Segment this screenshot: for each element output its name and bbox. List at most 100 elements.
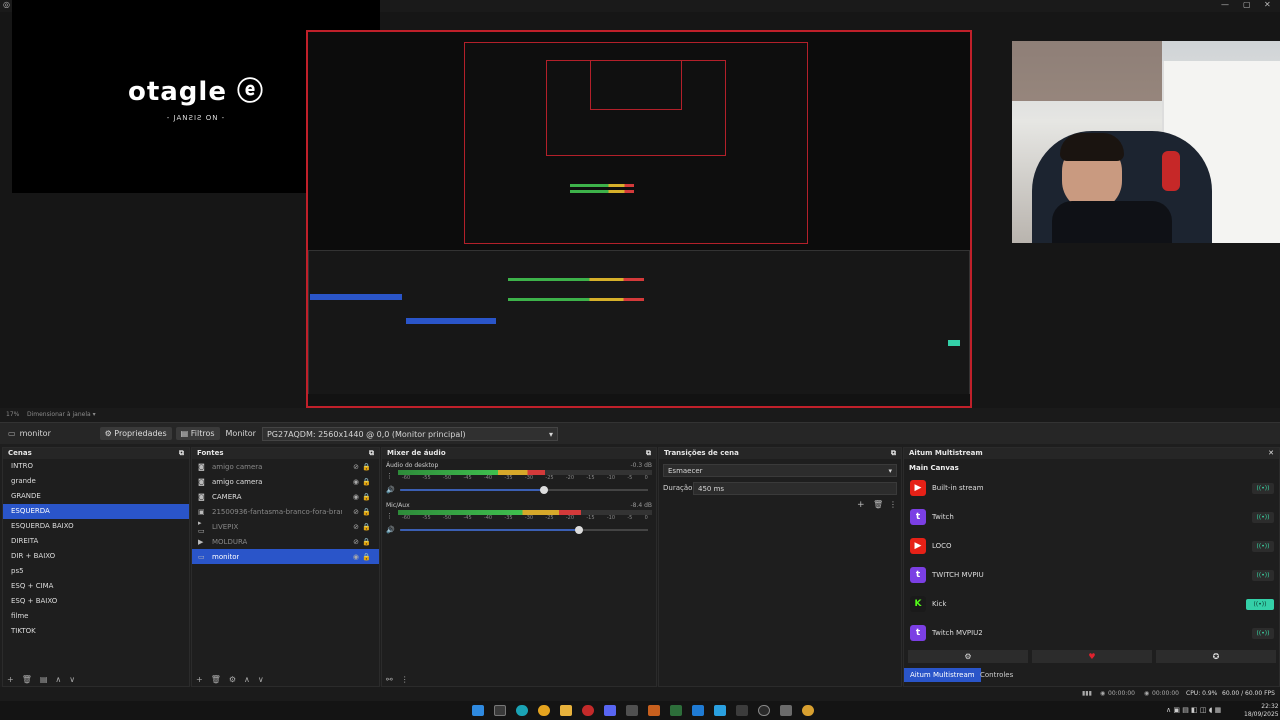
app-icon[interactable] bbox=[802, 705, 814, 716]
gear-icon[interactable] bbox=[780, 705, 792, 716]
lock-icon[interactable]: 🔒 bbox=[362, 463, 371, 471]
fit-to-window[interactable]: Dimensionar à janela bbox=[27, 411, 91, 418]
output-stream-toggle[interactable]: ((•)) bbox=[1252, 482, 1274, 494]
lock-icon[interactable]: 🔒 bbox=[362, 538, 371, 546]
speaker-icon[interactable]: 🔊 bbox=[386, 526, 395, 534]
duration-input[interactable]: 450 ms bbox=[693, 482, 897, 495]
opera-icon[interactable] bbox=[582, 705, 594, 716]
eye-off-icon[interactable]: ⊘ bbox=[353, 463, 359, 471]
output-stream-toggle[interactable]: ((•)) bbox=[1252, 627, 1274, 639]
obs-icon[interactable] bbox=[758, 705, 770, 716]
speaker-icon[interactable]: 🔊 bbox=[386, 486, 395, 494]
output-stream-toggle[interactable]: ((•)) bbox=[1252, 540, 1274, 552]
tray-icons[interactable]: ∧ ▣ ▤ ◧ ◫ ◖ ▦ bbox=[1166, 706, 1221, 714]
volume-slider-track[interactable] bbox=[400, 486, 648, 494]
add-icon[interactable]: + bbox=[857, 500, 865, 510]
dock-float-icon[interactable]: ⧉ bbox=[646, 449, 651, 458]
channel-menu-icon[interactable]: ⋮ bbox=[386, 472, 393, 480]
zoom-level[interactable]: 17% bbox=[6, 411, 19, 418]
source-item[interactable]: ▭ monitor ◉ 🔒 bbox=[192, 549, 379, 564]
scene-item[interactable]: INTRO bbox=[3, 459, 189, 474]
trash-icon[interactable]: 🗑 bbox=[211, 675, 221, 684]
chevron-down-icon[interactable]: ▾ bbox=[93, 411, 96, 418]
eye-off-icon[interactable]: ⊘ bbox=[353, 523, 359, 531]
trash-icon[interactable]: 🗑 bbox=[873, 500, 883, 509]
more-icon[interactable]: ⋮ bbox=[401, 675, 409, 684]
scene-item[interactable]: TIKTOK bbox=[3, 624, 189, 639]
search-icon[interactable] bbox=[494, 705, 506, 716]
app-icon[interactable] bbox=[670, 705, 682, 716]
telegram-icon[interactable] bbox=[714, 705, 726, 716]
minimize-button[interactable]: — bbox=[1221, 0, 1229, 9]
tab-aitum-multistream[interactable]: Aitum Multistream bbox=[904, 668, 981, 682]
preview-canvas[interactable]: otagle ⓔ - JANƧIƧ ON - otagle ⓔ - JANƧIƧ… bbox=[0, 0, 1280, 408]
scene-item[interactable]: GRANDE bbox=[3, 489, 189, 504]
dock-float-icon[interactable]: ⧉ bbox=[369, 449, 374, 458]
lock-icon[interactable]: 🔒 bbox=[362, 508, 371, 516]
scene-item[interactable]: filme bbox=[3, 609, 189, 624]
windows-start-icon[interactable] bbox=[472, 705, 484, 716]
eye-off-icon[interactable]: ⊘ bbox=[353, 508, 359, 516]
source-item[interactable]: ◙ CAMERA ◉ 🔒 bbox=[192, 489, 379, 504]
multistream-support-button[interactable]: ♥ bbox=[1032, 650, 1152, 663]
tab-controls[interactable]: Controles bbox=[974, 668, 1019, 682]
app-icon[interactable] bbox=[736, 705, 748, 716]
chevron-up-icon[interactable]: ∧ bbox=[244, 675, 250, 684]
more-icon[interactable]: ⋮ bbox=[889, 500, 897, 509]
dock-float-icon[interactable]: ⧉ bbox=[179, 449, 184, 458]
monitor-select[interactable]: PG27AQDM: 2560x1440 @ 0,0 (Monitor princ… bbox=[261, 426, 558, 441]
scene-item[interactable]: ESQ + BAIXO bbox=[3, 594, 189, 609]
output-stream-toggle[interactable]: ((•)) bbox=[1252, 569, 1274, 581]
gear-icon[interactable]: ⚙ bbox=[229, 675, 236, 684]
close-button[interactable]: ✕ bbox=[1264, 0, 1271, 9]
close-icon[interactable]: ✕ bbox=[1268, 449, 1274, 458]
edge-icon[interactable] bbox=[516, 705, 528, 716]
app-icon[interactable] bbox=[626, 705, 638, 716]
channel-menu-icon[interactable]: ⋮ bbox=[386, 512, 393, 520]
chevron-down-icon[interactable]: ∨ bbox=[69, 675, 75, 684]
source-item[interactable]: ▸ ▭ LIVEPIX ⊘ 🔒 bbox=[192, 519, 379, 535]
taskbar-clock[interactable]: 22:32 18/09/2025 bbox=[1244, 703, 1279, 719]
filters-button[interactable]: ▤ Filtros bbox=[175, 427, 220, 440]
output-stream-toggle[interactable]: ((•)) bbox=[1252, 511, 1274, 523]
scene-item[interactable]: ESQUERDA bbox=[3, 504, 189, 519]
scene-item[interactable]: grande bbox=[3, 474, 189, 489]
lock-icon[interactable]: 🔒 bbox=[362, 493, 371, 501]
scene-item[interactable]: DIR + BAIXO bbox=[3, 549, 189, 564]
volume-slider-knob[interactable] bbox=[574, 526, 583, 534]
trash-icon[interactable]: 🗑 bbox=[22, 675, 32, 684]
eye-icon[interactable]: ◉ bbox=[353, 553, 359, 561]
source-item[interactable]: ◙ amigo camera ◉ 🔒 bbox=[192, 474, 379, 489]
maximize-button[interactable]: ▢ bbox=[1243, 0, 1251, 9]
eye-icon[interactable]: ◉ bbox=[353, 493, 359, 501]
link-icon[interactable]: ⚯ bbox=[386, 675, 393, 684]
eye-off-icon[interactable]: ⊘ bbox=[353, 538, 359, 546]
chevron-up-icon[interactable]: ∧ bbox=[55, 675, 61, 684]
eye-icon[interactable]: ◉ bbox=[353, 478, 359, 486]
source-item[interactable]: ▶ MOLDURA ⊘ 🔒 bbox=[192, 534, 379, 549]
source-item[interactable]: ▣ 21500936-fantasma-branco-fora-branco-co… bbox=[192, 504, 379, 519]
scene-item[interactable]: DIREITA bbox=[3, 534, 189, 549]
lock-icon[interactable]: 🔒 bbox=[362, 478, 371, 486]
file-explorer-icon[interactable] bbox=[560, 705, 572, 716]
app-icon[interactable] bbox=[692, 705, 704, 716]
source-item[interactable]: ◙ amigo camera ⊘ 🔒 bbox=[192, 459, 379, 474]
filter-icon[interactable]: ▤ bbox=[40, 675, 48, 684]
output-stream-toggle[interactable]: ((•)) bbox=[1246, 598, 1274, 610]
discord-icon[interactable] bbox=[604, 705, 616, 716]
chevron-down-icon[interactable]: ∨ bbox=[258, 675, 264, 684]
lock-icon[interactable]: 🔒 bbox=[362, 553, 371, 561]
multistream-help-button[interactable]: ✪ bbox=[1156, 650, 1276, 663]
add-icon[interactable]: + bbox=[7, 675, 14, 684]
transition-type-select[interactable]: Esmaecer ▾ bbox=[663, 464, 897, 477]
lock-icon[interactable]: 🔒 bbox=[362, 523, 371, 531]
scene-item[interactable]: ps5 bbox=[3, 564, 189, 579]
dock-float-icon[interactable]: ⧉ bbox=[891, 449, 896, 458]
properties-button[interactable]: ⚙ Propriedades bbox=[99, 427, 172, 440]
add-icon[interactable]: + bbox=[196, 675, 203, 684]
scene-item[interactable]: ESQUERDA BAIXO bbox=[3, 519, 189, 534]
chrome-icon[interactable] bbox=[538, 705, 550, 716]
app-icon[interactable] bbox=[648, 705, 660, 716]
volume-slider-track[interactable] bbox=[400, 526, 648, 534]
multistream-settings-button[interactable]: ⚙ bbox=[908, 650, 1028, 663]
